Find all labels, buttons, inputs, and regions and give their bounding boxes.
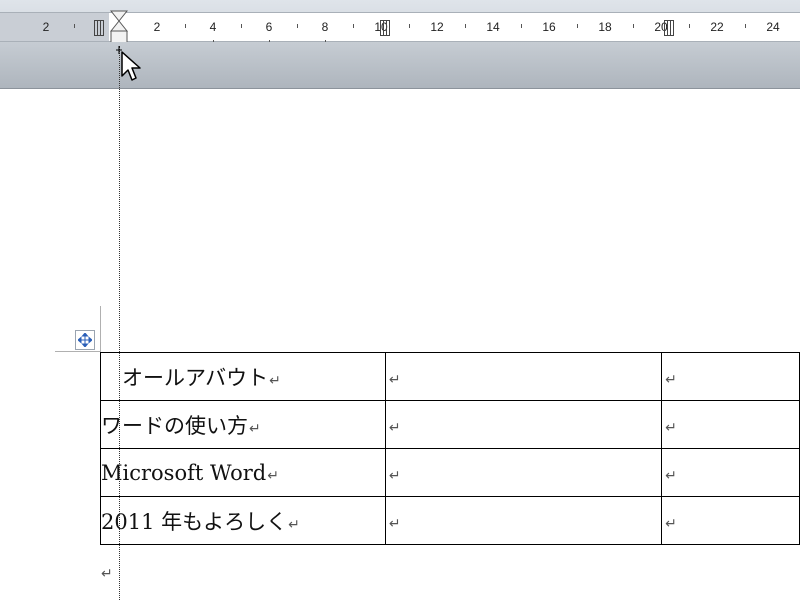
paragraph-mark: ↵ [101, 566, 113, 582]
ruler-label: 12 [430, 20, 444, 34]
table-cell[interactable]: ↵ [661, 496, 800, 545]
ruler-label: 16 [542, 20, 556, 34]
ruler-tick [689, 24, 690, 28]
table-cell[interactable]: ↵ [384, 448, 663, 497]
ruler-tick [465, 24, 466, 28]
ruler-tick [409, 24, 410, 28]
cell-text: オールアバウト [101, 365, 269, 390]
table-cell[interactable]: ↵ [661, 352, 800, 401]
ruler-label: 2 [153, 20, 161, 34]
table-move-handle[interactable] [75, 330, 95, 350]
ruler-tick [745, 24, 746, 28]
table-cell[interactable]: ↵ [661, 448, 800, 497]
ruler-label: 8 [321, 20, 329, 34]
hourglass-indent-icon[interactable] [110, 10, 128, 44]
ruler-tick [577, 24, 578, 28]
cell-text: ワードの使い方 [101, 413, 248, 438]
paragraph-mark: ↵ [665, 371, 677, 388]
margin-corner-mark [100, 306, 101, 352]
ruler-label: 4 [209, 20, 217, 34]
ruler-tick [353, 24, 354, 28]
ruler-label: 18 [598, 20, 612, 34]
table-row: ワードの使い方↵ ↵ ↵ [100, 400, 800, 449]
paragraph-mark: ↵ [269, 372, 281, 389]
ruler-tick [297, 24, 298, 28]
four-arrow-move-icon [78, 333, 92, 347]
ruler-label: 22 [710, 20, 724, 34]
margin-corner-mark [55, 351, 101, 352]
paragraph-mark: ↵ [665, 467, 677, 484]
ruler-tick [521, 24, 522, 28]
paragraph-mark: ↵ [665, 419, 677, 436]
paragraph-mark: ↵ [388, 371, 401, 388]
ruler-column-marker[interactable] [380, 20, 390, 36]
table-cell[interactable]: ↵ [384, 352, 663, 401]
table-cell[interactable]: ↵ [661, 400, 800, 449]
paragraph-mark: ↵ [665, 515, 677, 532]
cell-text: 2011 年もよろしく [101, 509, 288, 534]
ruler-tick [241, 24, 242, 28]
arrow-cursor-icon [116, 46, 141, 81]
paragraph-mark: ↵ [288, 516, 300, 533]
document-table[interactable]: オールアバウト↵ ↵ ↵ ワードの使い方↵ ↵ ↵ Microsoft Word… [100, 352, 800, 545]
table-row: 2011 年もよろしく↵ ↵ ↵ [100, 496, 800, 545]
table-cell[interactable]: ↵ [384, 496, 663, 545]
table-cell[interactable]: Microsoft Word↵ [100, 448, 386, 497]
ruler-tick [74, 24, 75, 28]
ruler-tick [185, 24, 186, 28]
drag-guide-line [119, 46, 120, 600]
table-cell[interactable]: ↵ [384, 400, 663, 449]
ruler-label: 24 [766, 20, 780, 34]
table-cell[interactable]: ワードの使い方↵ [100, 400, 386, 449]
paragraph-mark: ↵ [388, 419, 401, 436]
ruler-column-marker[interactable] [94, 20, 104, 36]
ruler-label: 14 [486, 20, 500, 34]
ruler-label: 2 [42, 20, 50, 34]
ruler-tick [633, 24, 634, 28]
paragraph-mark: ↵ [388, 467, 401, 484]
paragraph-mark: ↵ [267, 467, 279, 484]
cell-text: Microsoft Word [101, 460, 267, 485]
paragraph-mark: ↵ [388, 515, 401, 532]
table-cell[interactable]: 2011 年もよろしく↵ [100, 496, 386, 545]
table-cell[interactable]: オールアバウト↵ [100, 352, 386, 401]
ruler-label: 6 [265, 20, 273, 34]
ruler-column-marker[interactable] [664, 20, 674, 36]
table-row: オールアバウト↵ ↵ ↵ [100, 352, 800, 401]
paragraph-mark: ↵ [249, 420, 261, 437]
table-row: Microsoft Word↵ ↵ ↵ [100, 448, 800, 497]
